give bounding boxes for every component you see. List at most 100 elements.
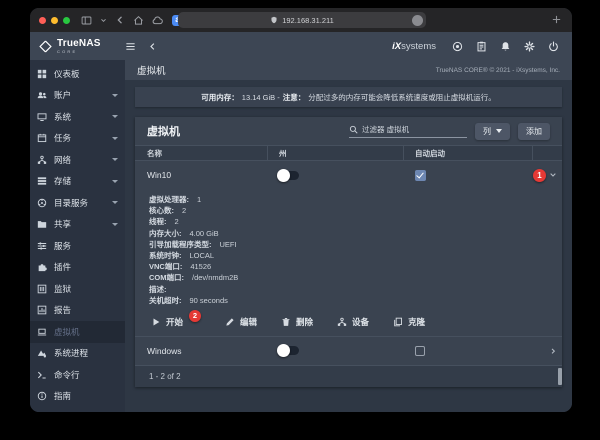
sidebar-item-label: 监狱 <box>54 283 72 294</box>
brand-subtitle: CORE <box>57 48 78 54</box>
new-tab-button[interactable] <box>551 14 562 25</box>
sidebar-item-guide[interactable]: 指南 <box>30 386 125 408</box>
autostart-checkbox[interactable] <box>415 345 425 356</box>
home-icon[interactable] <box>133 15 144 26</box>
sidebar-item-reporting[interactable]: 报告 <box>30 300 125 322</box>
columns-button[interactable]: 列 <box>475 122 510 140</box>
delete-icon <box>281 317 291 327</box>
sidebar-item-label: 报告 <box>54 305 72 316</box>
copyright-text: TrueNAS CORE® © 2021 - iXsystems, Inc. <box>435 66 560 74</box>
power-icon[interactable] <box>548 41 559 52</box>
guide-icon <box>37 391 47 401</box>
sidebar-item-shell[interactable]: 命令行 <box>30 364 125 386</box>
chevron-down-icon <box>112 136 118 140</box>
sidebar-item-dashboard[interactable]: 仪表板 <box>30 63 125 85</box>
shell-icon <box>37 370 47 380</box>
autostart-checkbox[interactable] <box>415 169 426 181</box>
panel-toggle-icon[interactable] <box>81 15 92 26</box>
sidebar-item-label: 服务 <box>54 240 72 251</box>
settings-icon[interactable] <box>524 40 535 52</box>
column-header-autostart[interactable]: 自动启动 <box>404 146 533 160</box>
sidebar-item-plugins[interactable]: 插件 <box>30 257 125 279</box>
detail-value: LOCAL <box>189 251 215 261</box>
detail-label: COM端口: <box>149 273 184 283</box>
system-icon <box>37 112 47 122</box>
sidebar-item-tasks[interactable]: 任务 <box>30 128 125 150</box>
minimize-window-button[interactable] <box>51 16 58 24</box>
detail-line: COM端口: /dev/nmdm2B <box>149 272 562 283</box>
column-header-state[interactable]: 州 <box>268 146 404 160</box>
sidebar-item-storage[interactable]: 存储 <box>30 171 125 193</box>
sidebar-item-network[interactable]: 网络 <box>30 149 125 171</box>
sidebar-item-accounts[interactable]: 账户 <box>30 85 125 107</box>
chevron-down-icon <box>112 179 118 183</box>
back-icon[interactable] <box>115 15 125 25</box>
sidebar-item-label: 任务 <box>54 133 72 144</box>
card-title: 虚拟机 <box>147 126 180 138</box>
scrollbar-thumb[interactable] <box>558 367 562 385</box>
add-button[interactable]: 添加 <box>518 122 550 140</box>
sidebar-item-system[interactable]: 系统 <box>30 106 125 128</box>
clone-action-button[interactable]: 克隆 <box>393 316 425 328</box>
zoom-window-button[interactable] <box>63 16 70 24</box>
address-bar[interactable]: 192.168.31.211 <box>178 12 426 28</box>
menu-icon[interactable] <box>125 41 136 52</box>
state-toggle[interactable] <box>277 344 299 358</box>
tasks-icon[interactable] <box>476 41 487 52</box>
chevron-down-icon[interactable] <box>549 171 557 179</box>
detail-line: 线程: 2 <box>149 216 562 227</box>
detail-label: 关机超时: <box>149 295 182 305</box>
breadcrumb[interactable]: 虚拟机 <box>137 63 166 77</box>
delete-action-button[interactable]: 删除 <box>281 316 313 328</box>
sidebar-item-label: 仪表板 <box>54 68 80 79</box>
sidebar-item-services[interactable]: 服务 <box>30 235 125 257</box>
chevron-down-icon <box>112 222 118 226</box>
edit-action-button[interactable]: 编辑 <box>225 316 257 328</box>
chevron-down-icon[interactable] <box>100 17 107 24</box>
sidebar-item-directory[interactable]: 目录服务 <box>30 192 125 214</box>
play-action-button[interactable]: 开始 2 <box>151 309 202 328</box>
detail-label: 描述: <box>149 284 167 294</box>
column-header-name[interactable]: 名称 <box>135 146 268 160</box>
sidebar-item-jails[interactable]: 监狱 <box>30 278 125 300</box>
vm-actions: 开始 2 编辑 删除 设备 克隆 <box>135 309 562 332</box>
tasks-icon <box>37 133 47 143</box>
url-text: 192.168.31.211 <box>282 15 334 25</box>
filter-input[interactable]: 过滤器 虚拟机 <box>349 124 467 138</box>
ixsystems-logo: iXsystems <box>392 40 436 52</box>
sidebar-item-sharing[interactable]: 共享 <box>30 214 125 236</box>
jails-icon <box>37 284 47 294</box>
detail-line: 关机超时: 90 seconds <box>149 295 562 306</box>
filter-label: 过滤器 虚拟机 <box>362 125 410 134</box>
devices-action-button[interactable]: 设备 <box>337 316 369 328</box>
dashboard-icon <box>37 69 47 79</box>
services-icon <box>37 241 47 251</box>
truenas-logo[interactable]: TrueNAS CORE <box>30 37 125 54</box>
detail-line: 引导加载程序类型: UEFI <box>149 239 562 250</box>
detail-label: 引导加载程序类型: <box>149 239 212 249</box>
collapse-sidebar-icon[interactable] <box>148 42 157 51</box>
vm-name: Win10 <box>147 170 172 180</box>
pagination-text: 1 - 2 of 2 <box>149 371 181 381</box>
brand-name: TrueNAS <box>57 37 101 49</box>
chevron-right-icon[interactable] <box>549 347 557 355</box>
cloud-icon[interactable] <box>152 15 163 26</box>
close-window-button[interactable] <box>39 16 46 24</box>
sidebar-item-processes[interactable]: 系统进程 <box>30 343 125 365</box>
sidebar-item-label: 指南 <box>54 391 72 402</box>
refresh-icon[interactable] <box>412 14 423 26</box>
detail-value: 2 <box>182 206 187 216</box>
caret-down-icon <box>496 129 502 133</box>
state-toggle[interactable] <box>277 168 299 182</box>
sidebar-item-label: 网络 <box>54 154 72 165</box>
truecommand-icon[interactable] <box>452 41 463 52</box>
sidebar-item-vm[interactable]: 虚拟机 <box>30 321 125 343</box>
detail-line: VNC端口: 41526 <box>149 261 562 272</box>
sidebar-item-label: 目录服务 <box>54 197 89 208</box>
table-row[interactable]: Win10 1 <box>135 161 562 189</box>
sidebar-item-label: 账户 <box>54 90 72 101</box>
notifications-icon[interactable] <box>500 41 511 52</box>
table-row[interactable]: Windows <box>135 337 562 365</box>
sidebar-item-label: 虚拟机 <box>54 326 80 337</box>
app-top-bar: TrueNAS CORE iXsystems <box>30 32 572 60</box>
